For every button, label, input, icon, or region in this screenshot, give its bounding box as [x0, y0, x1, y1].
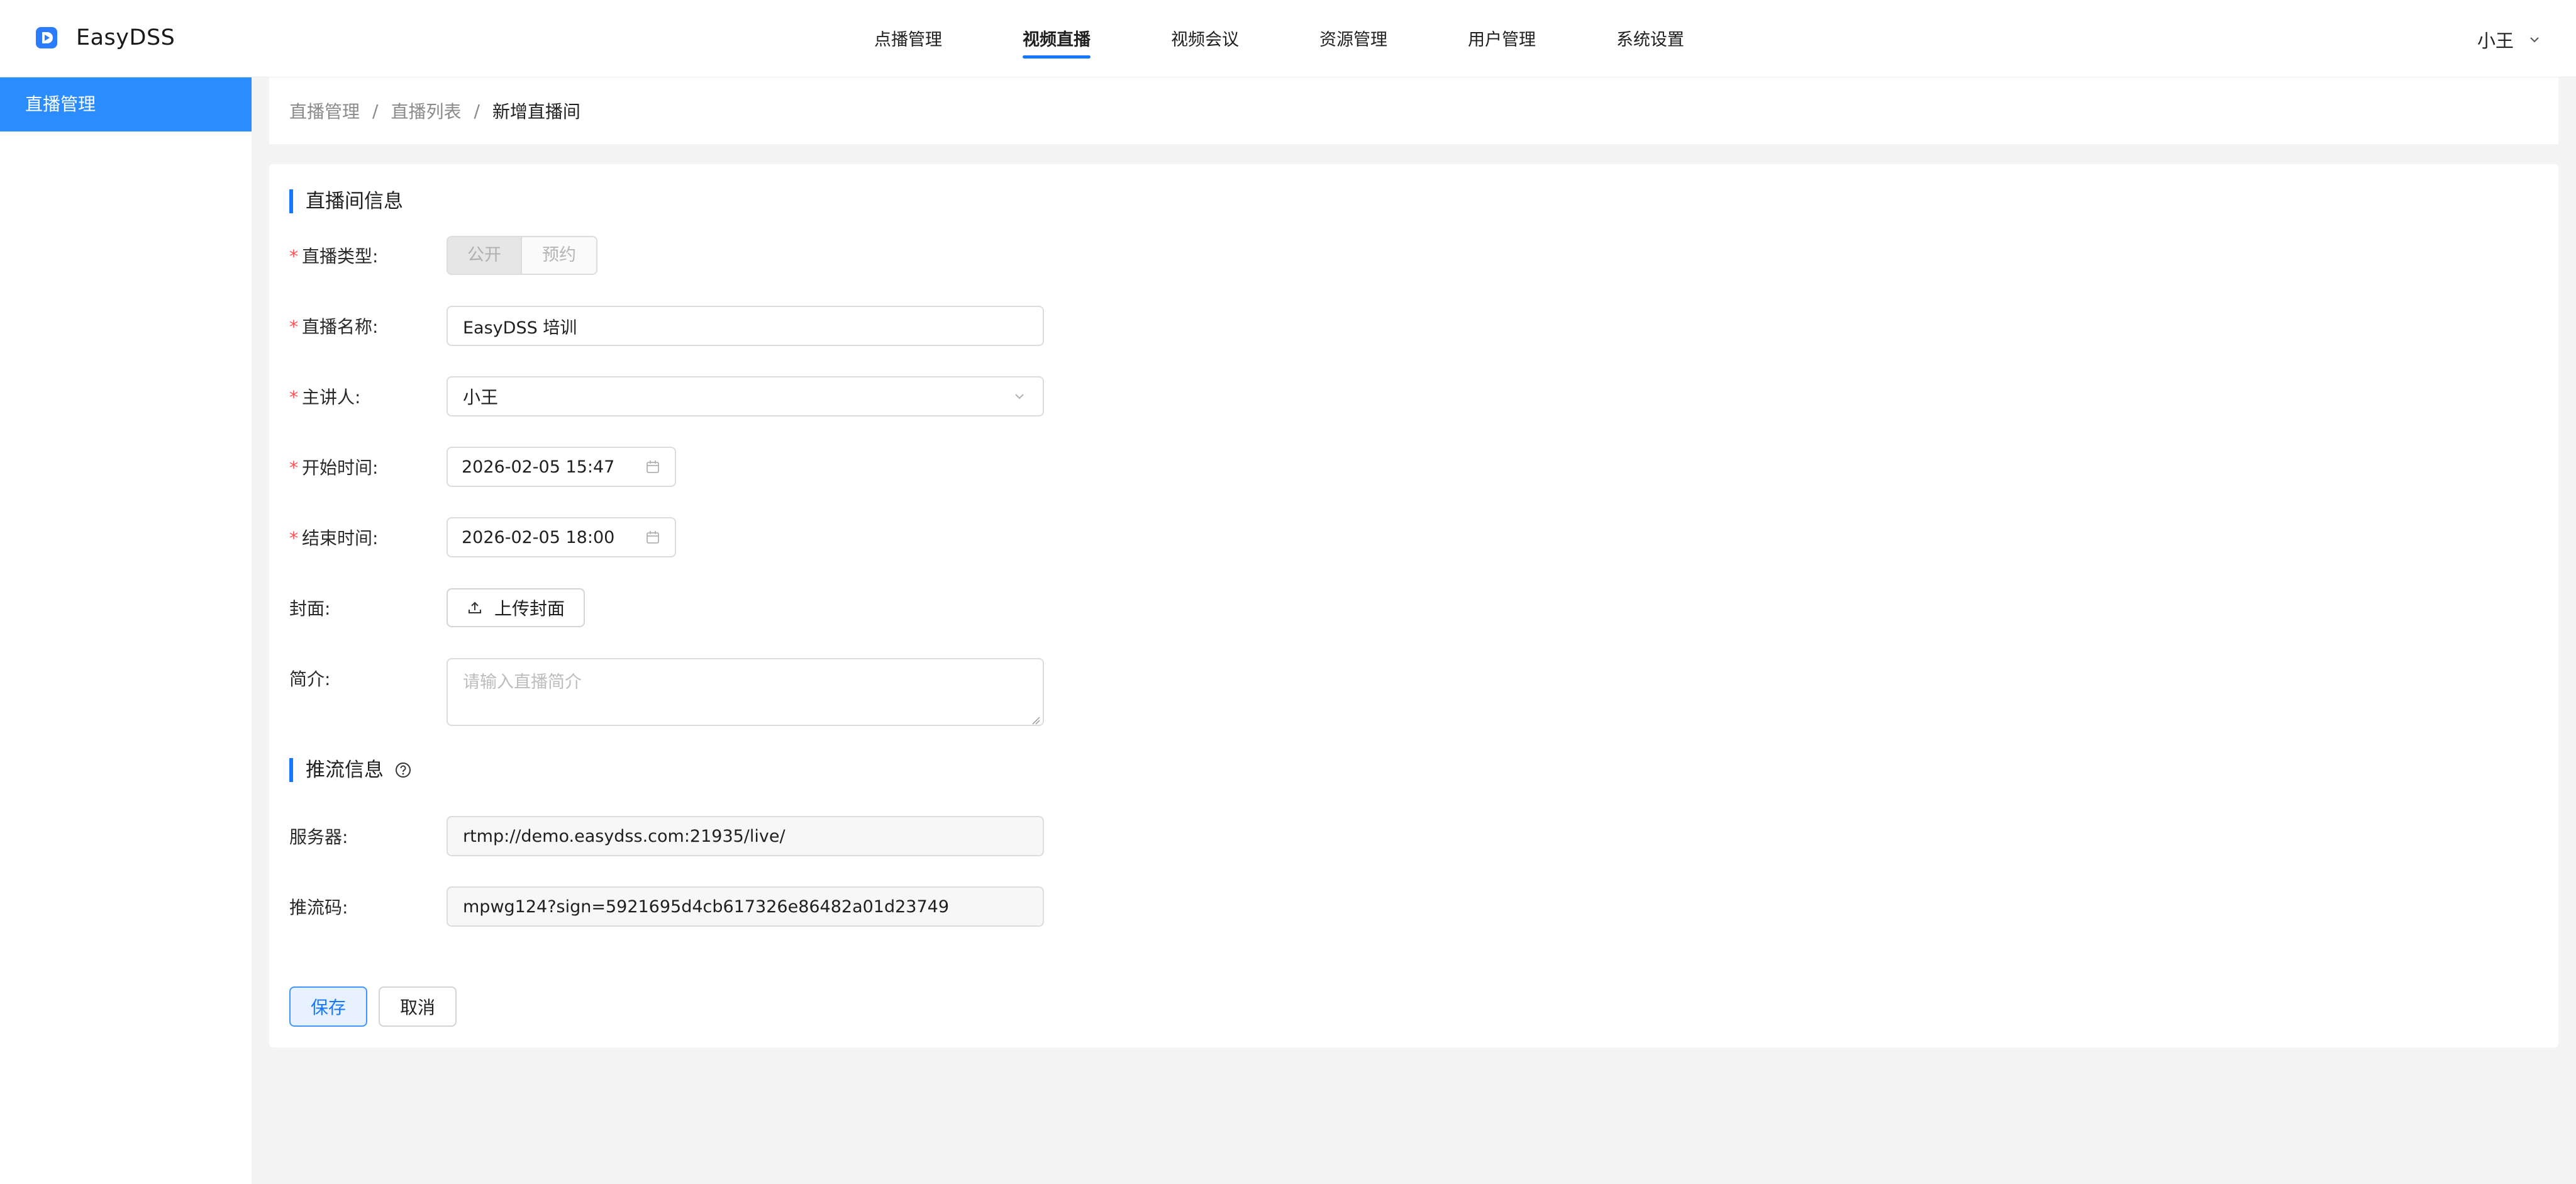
app-name: EasyDSS — [76, 25, 175, 50]
section-title-push-info: 推流信息 — [306, 759, 384, 781]
calendar-icon — [647, 461, 659, 473]
speaker-selected-value: 小王 — [463, 387, 499, 408]
form-card: 直播间信息 *直播类型: 公开 预约 *直播名称: *主讲人: 小王 *开始时间… — [269, 164, 2558, 1047]
nav-system-settings[interactable]: 系统设置 — [1616, 0, 1684, 77]
sidebar: 直播管理 — [0, 77, 252, 1184]
nav-live-video[interactable]: 视频直播 — [1023, 0, 1091, 77]
breadcrumb-separator: / — [372, 100, 379, 121]
cover-label: 封面: — [289, 598, 331, 619]
top-header: EasyDSS 点播管理 视频直播 视频会议 资源管理 用户管理 系统设置 小王 — [0, 0, 2576, 77]
required-mark: * — [289, 528, 298, 549]
field-start-time: * 开始时间: 2026-02-05 15:47 — [289, 447, 676, 487]
server-label: 服务器: — [289, 827, 348, 847]
field-speaker: * 主讲人: 小王 — [289, 376, 1044, 416]
live-type-option-public[interactable]: 公开 — [448, 237, 522, 274]
upload-cover-label: 上传封面 — [494, 598, 565, 619]
server-url-input[interactable] — [447, 816, 1044, 856]
speaker-select[interactable]: 小王 — [447, 376, 1044, 416]
speaker-label: * 主讲人: — [289, 384, 447, 409]
logo-icon — [36, 27, 57, 48]
field-cover: 封面: 上传封面 — [289, 588, 586, 628]
field-intro: 简介: — [289, 658, 1044, 726]
required-mark: * — [289, 387, 298, 408]
end-time-label-text: 结束时间: — [302, 528, 379, 549]
nav-video-conference[interactable]: 视频会议 — [1171, 0, 1239, 77]
required-mark: * — [289, 316, 298, 337]
live-name-input[interactable] — [447, 306, 1044, 346]
live-type-label: * 直播类型: — [289, 243, 447, 268]
live-type-option-scheduled[interactable]: 预约 — [522, 237, 596, 274]
sidebar-item-live-management[interactable]: 直播管理 — [0, 77, 252, 131]
required-mark: * — [289, 457, 298, 478]
upload-icon — [469, 601, 481, 613]
end-time-label: * 结束时间: — [289, 525, 447, 550]
user-name: 小王 — [2477, 30, 2514, 52]
breadcrumb: 直播管理 / 直播列表 / 新增直播间 — [269, 77, 2558, 144]
nav-resource-management[interactable]: 资源管理 — [1319, 0, 1387, 77]
required-mark: * — [289, 246, 298, 267]
live-type-segmented: 公开 预约 — [447, 236, 597, 275]
upload-cover-button[interactable]: 上传封面 — [447, 588, 586, 627]
intro-textarea-wrap — [447, 658, 1044, 729]
field-server: 服务器: — [289, 816, 1044, 856]
form-actions: 保存 取消 — [289, 986, 457, 1027]
section-title-room-info: 直播间信息 — [289, 189, 403, 213]
breadcrumb-link-live-management[interactable]: 直播管理 — [289, 98, 360, 123]
intro-label: 简介: — [289, 669, 331, 690]
start-time-label-text: 开始时间: — [302, 457, 379, 478]
end-time-picker[interactable]: 2026-02-05 18:00 — [447, 517, 676, 557]
push-code-input[interactable] — [447, 886, 1044, 927]
save-button[interactable]: 保存 — [289, 986, 368, 1027]
start-time-picker[interactable]: 2026-02-05 15:47 — [447, 447, 676, 487]
nav-user-management[interactable]: 用户管理 — [1468, 0, 1536, 77]
chevron-down-icon — [2530, 37, 2539, 43]
start-time-label: * 开始时间: — [289, 454, 447, 479]
cancel-button[interactable]: 取消 — [379, 986, 457, 1027]
breadcrumb-current: 新增直播间 — [492, 101, 580, 122]
calendar-icon — [647, 531, 659, 544]
speaker-label-text: 主讲人: — [302, 387, 361, 408]
user-menu[interactable]: 小王 — [2477, 26, 2541, 53]
live-name-label: * 直播名称: — [289, 313, 447, 338]
field-live-type: * 直播类型: 公开 预约 — [289, 235, 597, 276]
resize-grip-icon[interactable] — [1030, 715, 1040, 725]
field-push-code: 推流码: — [289, 886, 1044, 927]
app-logo[interactable]: EasyDSS — [35, 25, 175, 50]
push-code-label: 推流码: — [289, 897, 348, 918]
live-type-label-text: 直播类型: — [302, 246, 379, 267]
breadcrumb-separator: / — [474, 100, 480, 121]
intro-textarea[interactable] — [447, 658, 1044, 726]
chevron-down-icon — [1015, 394, 1024, 399]
help-circle-icon[interactable] — [394, 761, 413, 779]
live-name-label-text: 直播名称: — [302, 316, 379, 337]
end-time-value: 2026-02-05 18:00 — [462, 527, 615, 547]
nav-vod-management[interactable]: 点播管理 — [874, 0, 942, 77]
start-time-value: 2026-02-05 15:47 — [462, 457, 615, 477]
field-end-time: * 结束时间: 2026-02-05 18:00 — [289, 517, 676, 557]
section-push-info: 推流信息 — [289, 758, 413, 782]
field-live-name: * 直播名称: — [289, 306, 1044, 346]
main-nav: 点播管理 视频直播 视频会议 资源管理 用户管理 系统设置 — [874, 0, 1765, 77]
breadcrumb-link-live-list[interactable]: 直播列表 — [391, 98, 461, 123]
